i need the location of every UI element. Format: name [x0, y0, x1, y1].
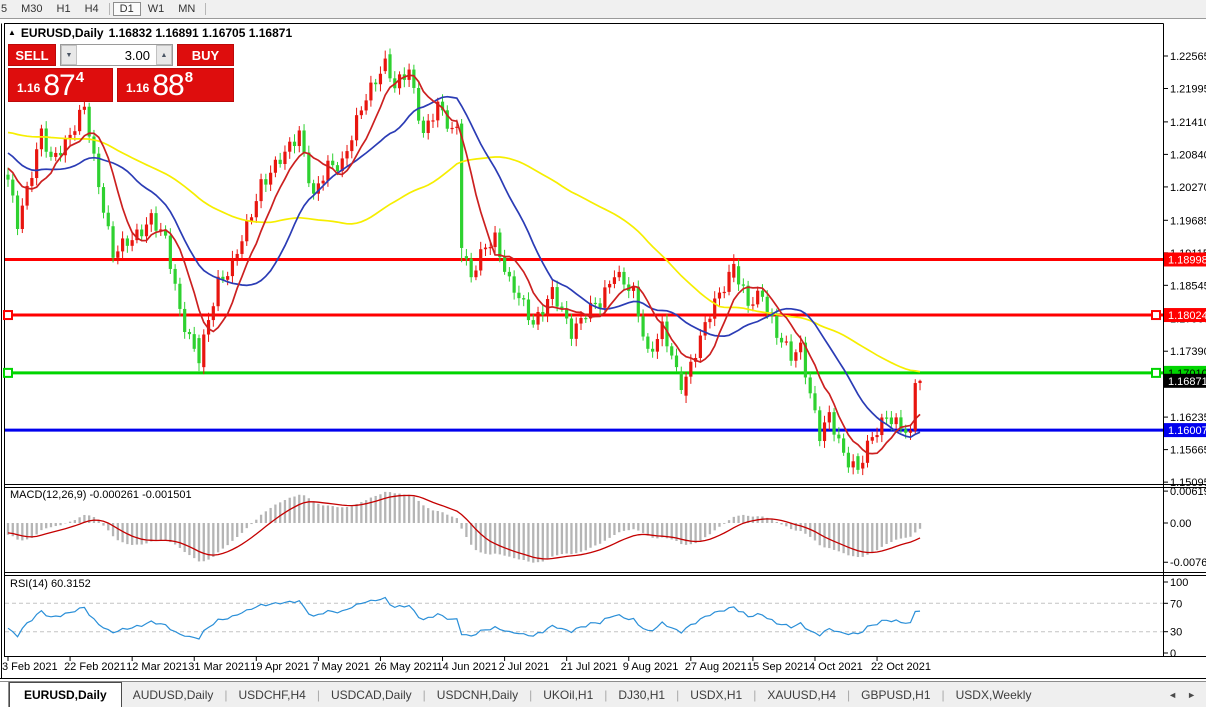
price-chart: 1.22565 1.21995 1.21410 1.20840 1.20270 1.196… [0, 23, 1206, 679]
hline-handle[interactable] [3, 367, 13, 378]
moving-average-lines [7, 74, 921, 455]
timeframe-button-d1[interactable]: D1 [112, 2, 141, 16]
buy-price-box[interactable]: 1.16 88 8 [117, 68, 234, 102]
tab-usdx-weekly[interactable]: USDX,Weekly [945, 682, 1043, 707]
tabs-scroll-right-icon[interactable]: ► [1187, 690, 1196, 700]
chart-symbol-label: EURUSD,Daily [20, 26, 104, 40]
date-label: 21 Jul 2021 [561, 661, 618, 673]
sell-price-pips: 87 [43, 69, 75, 102]
price-badge: 1.18024 [1168, 310, 1206, 322]
one-click-trading-panel: SELL ▼ 3.00 ▲ BUY 1.16 87 4 1.16 88 8 [8, 44, 234, 102]
date-label: 22 Feb 2021 [64, 661, 126, 673]
macd-signal-line [7, 494, 921, 560]
svg-text:1.19685: 1.19685 [1170, 215, 1206, 227]
volume-decrease-button[interactable]: ▼ [61, 45, 77, 65]
timeframe-toolbar: 5 M30 H1 H4 D1 W1 MN [0, 0, 1206, 19]
date-label: 4 Oct 2021 [809, 661, 863, 673]
tab-ukoil-h1[interactable]: UKOil,H1 [532, 682, 604, 707]
ma-55-line [7, 131, 921, 373]
candlesticks [6, 48, 922, 476]
sell-price-box[interactable]: 1.16 87 4 [8, 68, 113, 102]
tab-xauusd-h4[interactable]: XAUUSD,H4 [756, 682, 847, 707]
tab-usdcnh-daily[interactable]: USDCNH,Daily [426, 682, 529, 707]
date-label: 19 Apr 2021 [250, 661, 309, 673]
svg-text:-0.00762: -0.00762 [1170, 557, 1206, 569]
timeframe-button-m30[interactable]: M30 [14, 2, 49, 16]
hline-handle[interactable] [1151, 310, 1161, 321]
tab-gbpusd-h1[interactable]: GBPUSD,H1 [850, 682, 941, 707]
svg-text:0.00: 0.00 [1170, 518, 1191, 530]
macd-indicator-label: MACD(12,26,9) -0.000261 -0.001501 [10, 489, 192, 501]
svg-text:1.20270: 1.20270 [1170, 182, 1206, 194]
date-label: 9 Aug 2021 [623, 661, 679, 673]
sell-button[interactable]: SELL [8, 44, 56, 66]
chart-frame [0, 23, 1206, 679]
volume-increase-button[interactable]: ▲ [156, 45, 172, 65]
tab-dj30-h1[interactable]: DJ30,H1 [607, 682, 676, 707]
symbol-tab-bar: EURUSD,Daily AUDUSD,Daily | USDCHF,H4 | USDCA… [0, 681, 1206, 707]
date-label: 7 May 2021 [312, 661, 369, 673]
svg-text:1.16235: 1.16235 [1170, 412, 1206, 424]
rsi-indicator-label: RSI(14) 60.3152 [10, 578, 91, 590]
date-label: 2 Jul 2021 [499, 661, 550, 673]
buy-price-pips: 88 [152, 69, 184, 102]
date-label: 3 Feb 2021 [2, 661, 58, 673]
date-label: 22 Oct 2021 [871, 661, 931, 673]
chart-title: ▲ EURUSD,Daily 1.16832 1.16891 1.16705 1… [8, 26, 292, 40]
buy-price-point: 8 [184, 69, 194, 86]
svg-text:0.006193: 0.006193 [1170, 486, 1206, 498]
tab-audusd-daily[interactable]: AUDUSD,Daily [122, 682, 225, 707]
svg-text:0: 0 [1170, 648, 1176, 660]
ma-8-line [7, 74, 921, 455]
buy-price-prefix: 1.16 [126, 81, 150, 95]
date-label: 14 Jun 2021 [437, 661, 498, 673]
svg-text:100: 100 [1170, 577, 1188, 589]
svg-text:1.18545: 1.18545 [1170, 280, 1206, 292]
tab-usdcad-daily[interactable]: USDCAD,Daily [320, 682, 423, 707]
sell-price-prefix: 1.16 [17, 81, 41, 95]
svg-text:1.22565: 1.22565 [1170, 51, 1206, 63]
date-label: 12 Mar 2021 [126, 661, 188, 673]
hline-handle[interactable] [3, 310, 13, 321]
buy-button[interactable]: BUY [177, 44, 234, 66]
svg-text:1.21995: 1.21995 [1170, 84, 1206, 96]
axis-labels: 1.22565 1.21995 1.21410 1.20840 1.20270 1.196… [2, 51, 1206, 673]
svg-text:1.15665: 1.15665 [1170, 445, 1206, 457]
toolbar-separator [108, 3, 110, 15]
timeframe-button-h1[interactable]: H1 [50, 2, 78, 16]
price-badge: 1.16871 [1168, 376, 1206, 388]
tab-usdchf-h4[interactable]: USDCHF,H4 [228, 682, 317, 707]
svg-text:30: 30 [1170, 627, 1182, 639]
timeframe-button-5[interactable]: 5 [0, 2, 14, 16]
svg-text:1.17390: 1.17390 [1170, 346, 1206, 358]
date-label: 15 Sep 2021 [747, 661, 809, 673]
sell-price-point: 4 [75, 69, 85, 86]
timeframe-button-w1[interactable]: W1 [141, 2, 172, 16]
timeframe-button-mn[interactable]: MN [171, 2, 202, 16]
tab-usdx-h1[interactable]: USDX,H1 [679, 682, 753, 707]
chart-ohlc-values: 1.16832 1.16891 1.16705 1.16871 [108, 26, 293, 40]
collapse-trade-panel-icon[interactable]: ▲ [8, 29, 16, 37]
svg-text:1.21410: 1.21410 [1170, 117, 1206, 129]
price-badge: 1.18998 [1168, 254, 1206, 266]
tab-bar-stub [0, 682, 9, 707]
macd-histogram [6, 491, 922, 563]
tab-eurusd-daily[interactable]: EURUSD,Daily [9, 682, 122, 707]
date-label: 31 Mar 2021 [188, 661, 250, 673]
price-badge: 1.16007 [1168, 425, 1206, 437]
date-label: 26 May 2021 [374, 661, 438, 673]
date-label: 27 Aug 2021 [685, 661, 747, 673]
timeframe-button-h4[interactable]: H4 [78, 2, 106, 16]
toolbar-separator [205, 3, 207, 15]
volume-field[interactable]: ▼ 3.00 ▲ [60, 44, 173, 66]
svg-text:70: 70 [1170, 598, 1182, 610]
hline-handle[interactable] [1151, 367, 1161, 378]
tabs-scroll-left-icon[interactable]: ◄ [1168, 690, 1177, 700]
volume-input[interactable]: 3.00 [77, 45, 156, 65]
svg-text:1.20840: 1.20840 [1170, 149, 1206, 161]
